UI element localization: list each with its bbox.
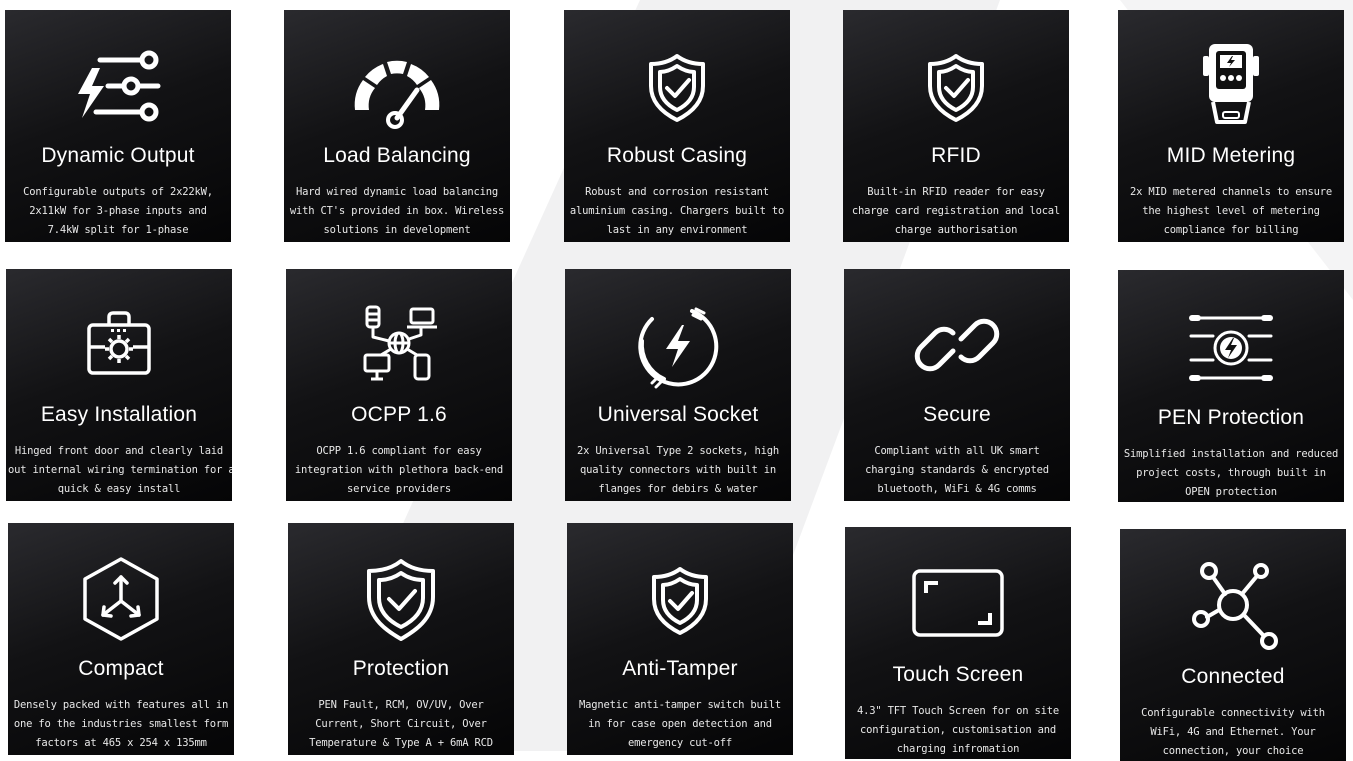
feature-card-anti-tamper: Anti-Tamper Magnetic anti-tamper switch … bbox=[567, 523, 793, 755]
feature-card-universal-socket: Universal Socket 2x Universal Type 2 soc… bbox=[565, 269, 791, 501]
feature-title: MID Metering bbox=[1166, 144, 1296, 167]
feature-description: OCPP 1.6 compliant for easy integration … bbox=[294, 445, 504, 495]
toolbox-gear-icon bbox=[6, 295, 232, 395]
feature-card-pen-protection: PEN Protection Simplified installation a… bbox=[1118, 270, 1344, 502]
feature-description: 2x MID metered channels to ensure the hi… bbox=[1129, 186, 1332, 236]
feature-description: Hard wired dynamic load balancing with C… bbox=[289, 186, 505, 236]
feature-title: Robust Casing bbox=[606, 144, 748, 167]
shield-check-icon bbox=[564, 36, 790, 136]
shield-check-icon bbox=[843, 36, 1069, 136]
feature-description: Magnetic anti-tamper switch built in for… bbox=[578, 699, 781, 749]
feature-title: RFID bbox=[931, 144, 981, 167]
speedometer-icon bbox=[284, 36, 510, 136]
feature-title: Load Balancing bbox=[323, 144, 471, 167]
shield-check-icon bbox=[567, 549, 793, 649]
feature-card-rfid: RFID Built-in RFID reader for easy charg… bbox=[843, 10, 1069, 242]
shield-check-icon bbox=[288, 549, 514, 649]
feature-title: Secure bbox=[923, 403, 991, 426]
feature-title: Dynamic Output bbox=[41, 144, 195, 167]
plug-bolt-icon bbox=[565, 295, 791, 395]
sliders-bolt-icon bbox=[5, 36, 231, 136]
feature-card-robust-casing: Robust Casing Robust and corrosion resis… bbox=[564, 10, 790, 242]
feature-title: Touch Screen bbox=[892, 663, 1024, 686]
feature-title: Compact bbox=[78, 657, 164, 680]
feature-description: Compliant with all UK smart charging sta… bbox=[865, 445, 1049, 495]
feature-card-ocpp: OCPP 1.6 OCPP 1.6 compliant for easy int… bbox=[286, 269, 512, 501]
feature-description: Configurable outputs of 2x22kW, 2x11kW f… bbox=[23, 186, 213, 236]
hexagon-arrows-icon bbox=[8, 549, 234, 649]
chain-link-icon bbox=[844, 295, 1070, 395]
feature-card-secure: Secure Compliant with all UK smart charg… bbox=[844, 269, 1070, 501]
feature-title: PEN Protection bbox=[1157, 406, 1305, 429]
feature-description: 4.3" TFT Touch Screen for on site config… bbox=[856, 705, 1059, 755]
feature-description: Hinged front door and clearly laid out i… bbox=[8, 445, 232, 495]
feature-card-mid-metering: MID Metering 2x MID metered channels to … bbox=[1118, 10, 1344, 242]
feature-card-load-balancing: Load Balancing Hard wired dynamic load b… bbox=[284, 10, 510, 242]
feature-description: Densely packed with features all in one … bbox=[13, 699, 229, 749]
feature-description: 2x Universal Type 2 sockets, high qualit… bbox=[576, 445, 779, 495]
feature-title: OCPP 1.6 bbox=[351, 403, 447, 426]
feature-card-dynamic-output: Dynamic Output Configurable outputs of 2… bbox=[5, 10, 231, 242]
feature-card-protection: Protection PEN Fault, RCM, OV/UV, Over C… bbox=[288, 523, 514, 755]
feature-title: Easy Installation bbox=[40, 403, 198, 426]
feature-description: Robust and corrosion resistant aluminium… bbox=[569, 186, 785, 236]
touch-screen-icon bbox=[845, 553, 1071, 653]
feature-title: Universal Socket bbox=[597, 403, 759, 426]
feature-card-easy-installation: Easy Installation Hinged front door and … bbox=[6, 269, 232, 501]
feature-card-touch-screen: Touch Screen 4.3" TFT Touch Screen for o… bbox=[845, 527, 1071, 759]
feature-description: Configurable connectivity with WiFi, 4G … bbox=[1141, 707, 1325, 757]
feature-card-connected: Connected Configurable connectivity with… bbox=[1120, 529, 1346, 761]
network-devices-icon bbox=[286, 295, 512, 395]
meter-icon bbox=[1118, 36, 1344, 136]
feature-title: Anti-Tamper bbox=[622, 657, 738, 680]
feature-title: Connected bbox=[1181, 665, 1285, 688]
feature-description: Simplified installation and reduced proj… bbox=[1123, 448, 1339, 498]
feature-grid: Dynamic Output Configurable outputs of 2… bbox=[0, 0, 1353, 761]
feature-title: Protection bbox=[352, 657, 450, 680]
bolt-circuit-icon bbox=[1118, 296, 1344, 396]
hub-nodes-icon bbox=[1120, 555, 1346, 655]
feature-description: Built-in RFID reader for easy charge car… bbox=[851, 186, 1061, 236]
feature-card-compact: Compact Densely packed with features all… bbox=[8, 523, 234, 755]
feature-description: PEN Fault, RCM, OV/UV, Over Current, Sho… bbox=[309, 699, 493, 749]
